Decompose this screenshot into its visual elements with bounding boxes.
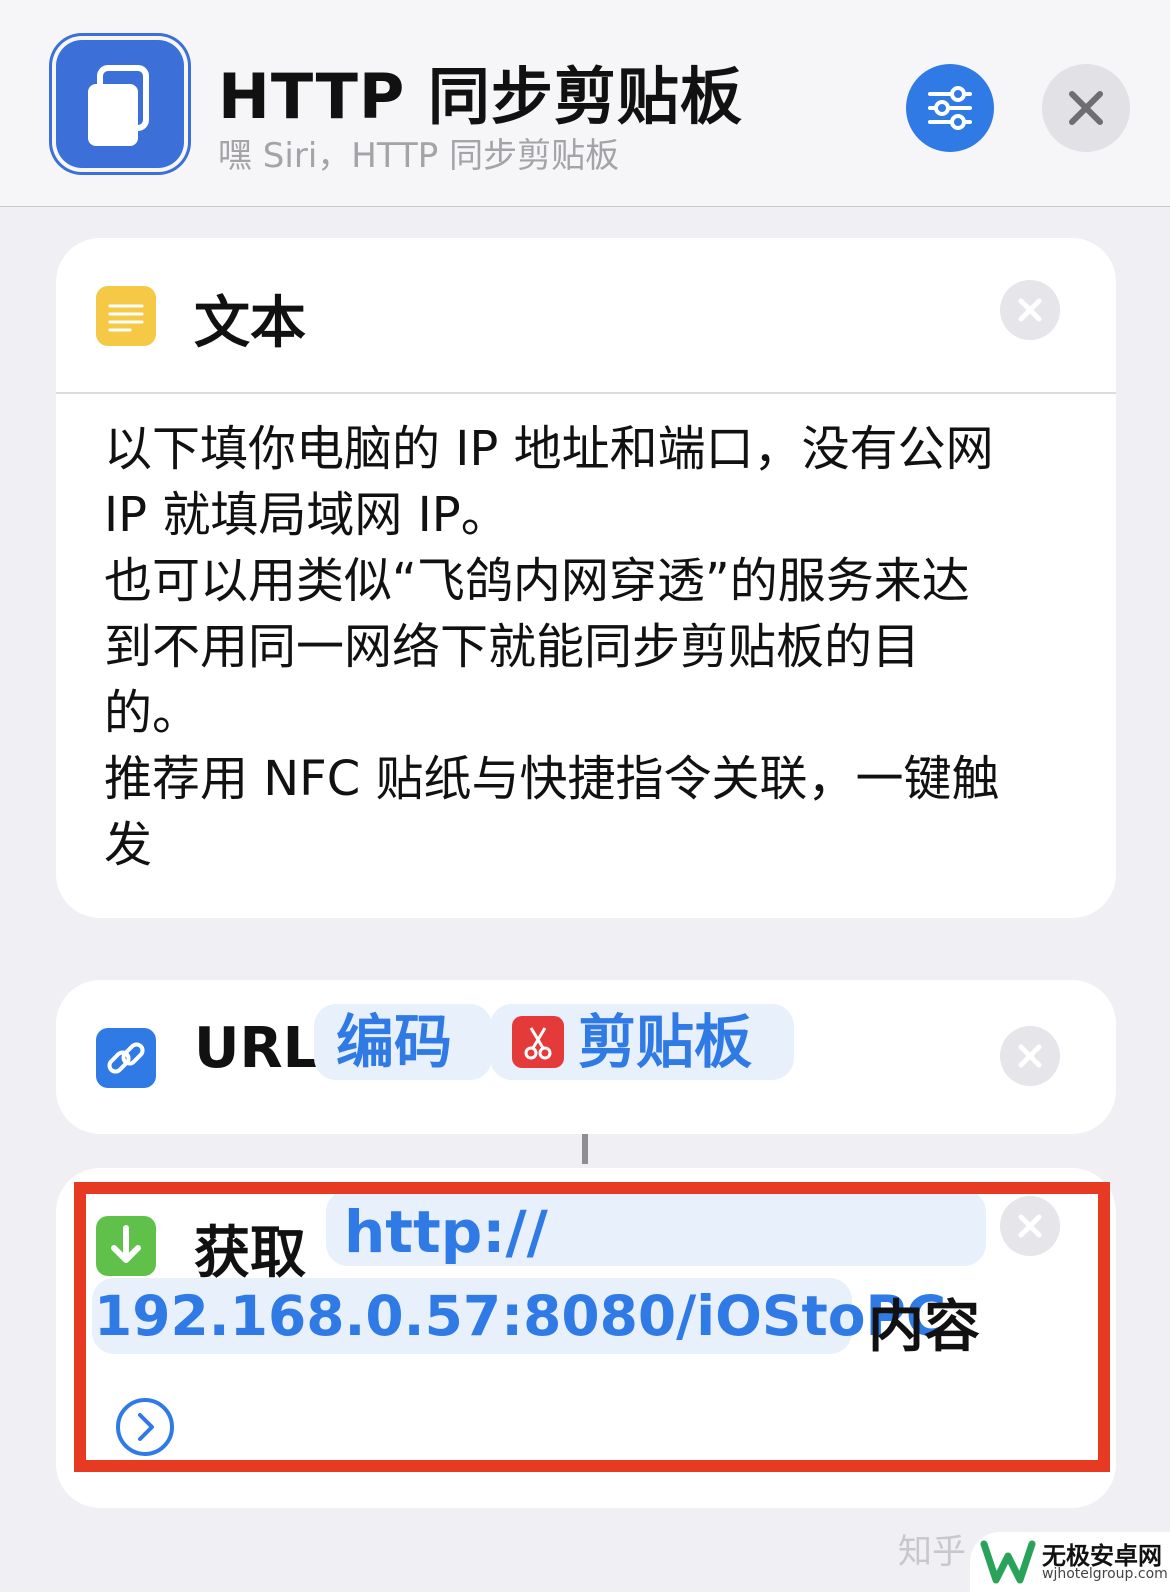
clipboard-variable-token[interactable]: 剪贴板	[490, 1004, 794, 1080]
text-document-icon	[96, 286, 156, 346]
action-connector	[582, 1134, 588, 1164]
red-highlight-box	[74, 1182, 1110, 1472]
documents-icon	[88, 65, 149, 146]
text-action-label: 文本	[194, 291, 306, 356]
site-badge: 无极安卓网 wjhotelgroup.com	[970, 1532, 1170, 1592]
scissors-icon	[512, 1016, 564, 1068]
sliders-icon	[928, 86, 972, 130]
url-encode-action-card[interactable]: URL 编码 剪贴板	[56, 980, 1116, 1134]
close-button[interactable]	[1042, 64, 1130, 152]
settings-button[interactable]	[906, 64, 994, 152]
shortcut-header: HTTP 同步剪贴板 嘿 Siri，HTTP 同步剪贴板	[0, 0, 1170, 207]
clipboard-token-label: 剪贴板	[578, 1008, 753, 1076]
shortcut-app-icon	[56, 40, 184, 168]
remove-action-button[interactable]	[1000, 280, 1060, 340]
close-icon	[1069, 91, 1103, 125]
close-icon	[1018, 298, 1042, 322]
link-icon	[96, 1028, 156, 1088]
text-action-card[interactable]: 文本 以下填你电脑的 IP 地址和端口，没有公网 IP 就填局域网 IP。 也可…	[56, 238, 1116, 918]
siri-phrase: 嘿 Siri，HTTP 同步剪贴板	[218, 136, 620, 176]
url-action-label: URL	[194, 1016, 319, 1081]
close-icon	[1018, 1044, 1042, 1068]
text-action-body[interactable]: 以下填你电脑的 IP 地址和端口，没有公网 IP 就填局域网 IP。 也可以用类…	[104, 416, 1064, 878]
divider	[56, 392, 1116, 394]
shortcut-title: HTTP 同步剪贴板	[218, 60, 743, 133]
site-logo-icon	[980, 1540, 1036, 1584]
site-url: wjhotelgroup.com	[1042, 1566, 1168, 1582]
encode-token[interactable]: 编码	[314, 1004, 492, 1080]
remove-action-button[interactable]	[1000, 1026, 1060, 1086]
